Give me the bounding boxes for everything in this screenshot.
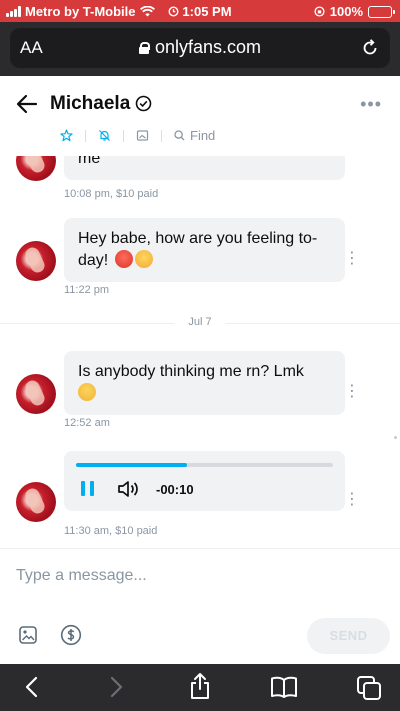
forward-icon[interactable] [106,675,126,699]
pleading-face-emoji [78,383,96,401]
message-meta: 12:52 am [64,417,110,429]
back-arrow-icon[interactable] [16,94,38,114]
tip-dollar-icon[interactable] [60,624,82,646]
toolbar-separator [123,129,124,142]
alarm-icon [168,6,179,17]
chat-toolbar: Find [60,128,215,143]
verified-icon [135,95,152,112]
find-label: Find [190,128,216,143]
audio-progress-bar [76,463,187,467]
message-options-icon[interactable]: ⋮ [344,251,360,267]
orientation-lock-icon [314,6,325,17]
avatar[interactable] [16,374,56,414]
scroll-indicator[interactable] [394,436,397,439]
pause-button[interactable] [80,481,98,497]
message-text: Hey babe, how are you feeling to-day! [78,230,318,269]
audio-progress-track[interactable] [76,463,333,467]
hot-face-emoji [114,250,133,268]
message-meta: 11:22 pm [64,284,110,296]
message-list[interactable]: me 10:08 pm, $10 paid ⋮ Hey babe, how ar… [0,156,400,548]
more-options-icon[interactable]: ••• [360,95,382,113]
find-button[interactable]: Find [174,128,215,143]
message-composer: SEND [0,548,400,664]
toolbar-separator [85,129,86,142]
gallery-icon[interactable] [136,129,149,142]
avatar[interactable] [16,156,56,181]
url-display[interactable]: onlyfans.com [10,37,390,58]
message-bubble[interactable]: me [64,156,345,180]
volume-icon[interactable] [116,479,140,499]
star-icon[interactable] [60,129,73,142]
status-right: 100% [314,4,395,19]
lock-icon [138,42,150,54]
battery-icon [368,5,395,18]
message-options-icon[interactable]: ⋮ [344,492,360,508]
message-input[interactable] [16,567,376,585]
url-text: onlyfans.com [154,37,262,57]
browser-bottom-bar [0,664,400,711]
date-divider: Jul 7 [0,316,400,330]
battery-percent: 100% [329,4,363,19]
chat-header: Michaela ••• Find [0,76,400,156]
chat-title[interactable]: Michaela [50,93,130,115]
reload-icon[interactable] [360,38,380,58]
address-bar[interactable]: AA onlyfans.com [10,28,390,68]
date-label: Jul 7 [174,316,226,328]
tired-face-emoji [134,250,153,268]
message-bubble[interactable]: Hey babe, how are you feeling to-day! [64,218,345,282]
status-bar: Metro by T-Mobile 1:05 PM 100% [0,0,400,22]
audio-time: -00:10 [156,482,194,497]
message-options-icon[interactable]: ⋮ [344,384,360,400]
message-text: Is anybody thinking me rn? Lmk [78,363,304,380]
message-meta: 11:30 am, $10 paid [64,525,158,537]
bookmarks-icon[interactable] [270,675,298,699]
message-meta: 10:08 pm, $10 paid [64,188,159,200]
avatar[interactable] [16,241,56,281]
share-icon[interactable] [188,672,212,700]
back-icon[interactable] [22,675,42,699]
browser-top-bar: AA onlyfans.com [0,22,400,76]
send-button[interactable]: SEND [307,618,390,654]
image-icon[interactable] [18,625,38,645]
mute-icon[interactable] [98,129,111,142]
status-time: 1:05 PM [182,4,232,19]
tabs-icon[interactable] [356,675,382,701]
message-text: me [78,156,101,167]
audio-message[interactable]: -00:10 [64,451,345,511]
search-icon [174,130,185,141]
message-bubble[interactable]: Is anybody thinking me rn? Lmk [64,351,345,415]
toolbar-separator [161,129,162,142]
avatar[interactable] [16,482,56,522]
